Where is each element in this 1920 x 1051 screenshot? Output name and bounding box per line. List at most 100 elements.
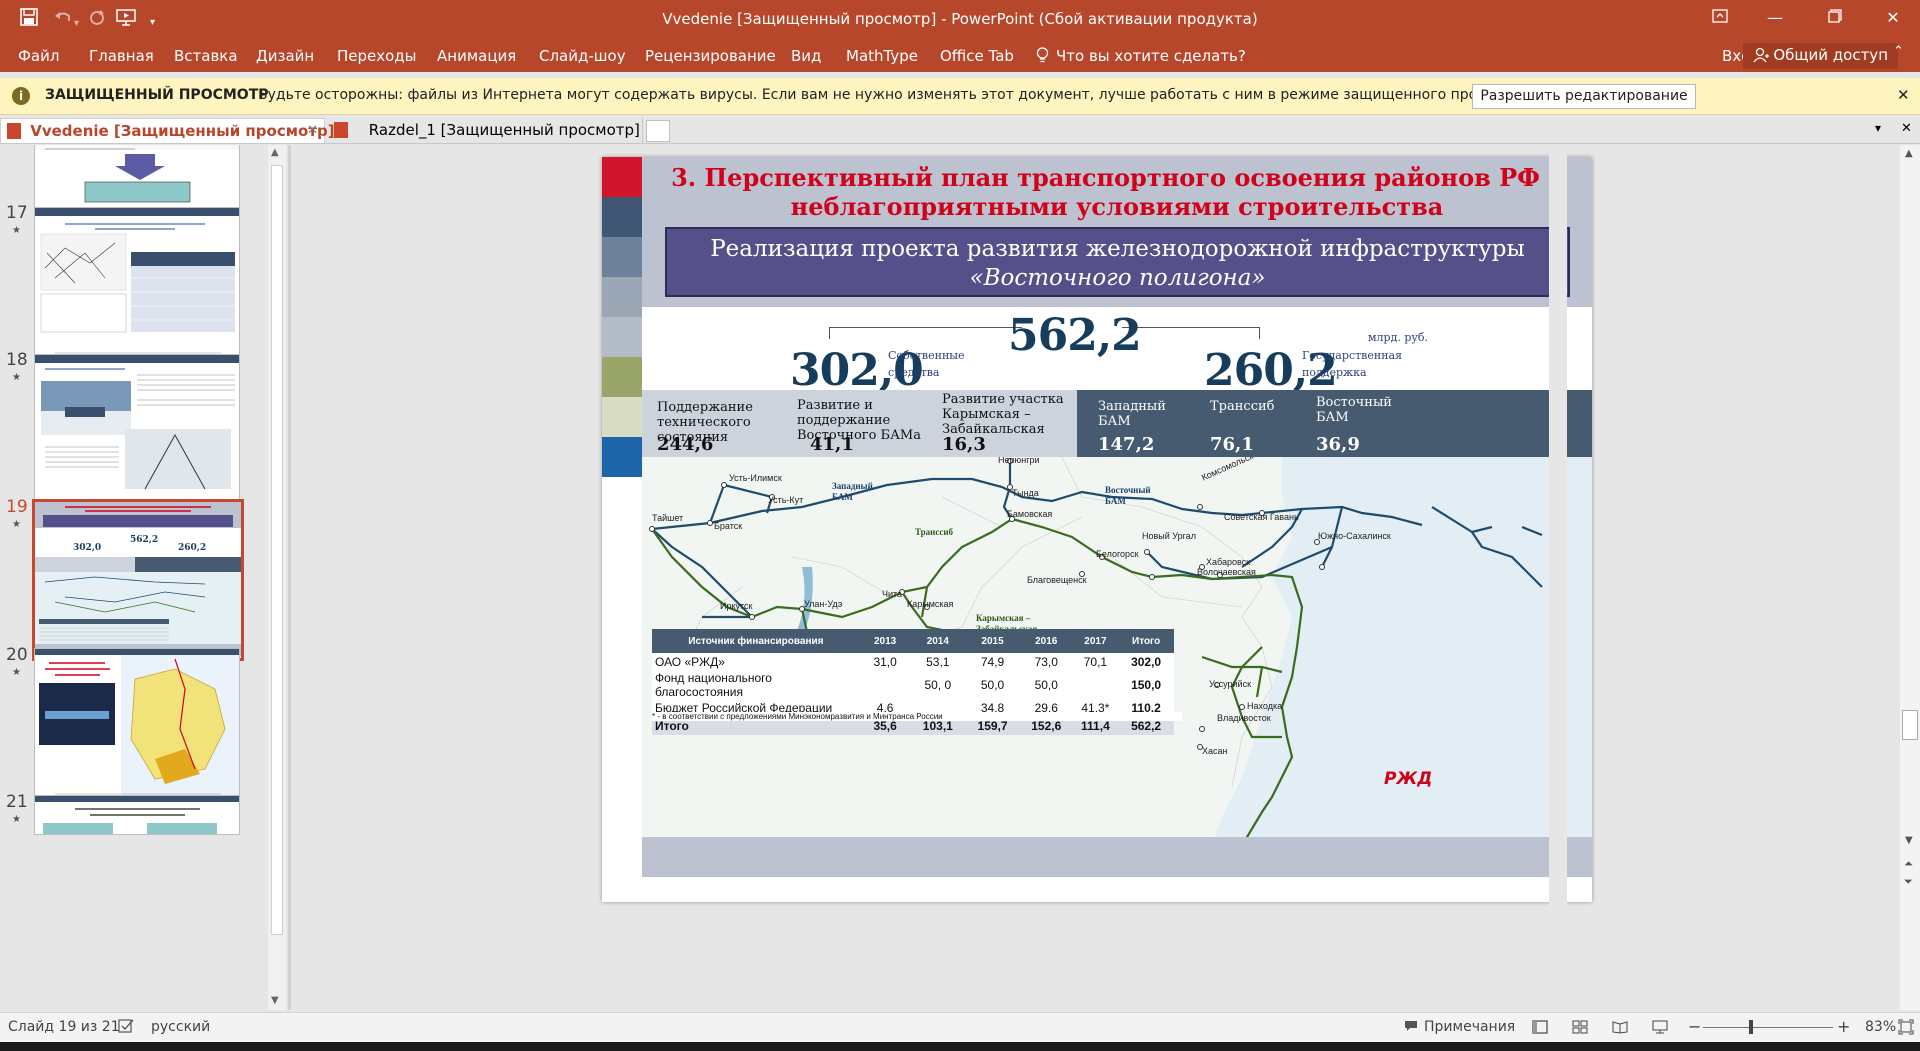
tab-review[interactable]: Рецензирование xyxy=(645,47,776,65)
tab-view[interactable]: Вид xyxy=(791,47,821,65)
slide-thumbnail-19[interactable]: 302,0 562,2 260,2 ржд xyxy=(32,499,244,661)
ribbon-display-options-icon[interactable] xyxy=(1705,8,1735,27)
info-icon: i xyxy=(12,87,30,105)
tab-file[interactable]: Файл xyxy=(18,47,59,65)
zoom-in-icon[interactable]: + xyxy=(1837,1017,1850,1036)
scroll-up-icon[interactable]: ▲ xyxy=(271,147,279,158)
tab-list-dropdown-icon[interactable]: ▾ xyxy=(1875,121,1881,135)
ribbon-tabs: Файл Главная Вставка Дизайн Переходы Ани… xyxy=(0,40,1920,72)
city-chita: Чита xyxy=(882,589,903,599)
vertical-scrollbar[interactable]: ▲ ▼ ⏶ ⏷ xyxy=(1900,145,1920,1010)
slide-21-preview xyxy=(35,796,239,834)
tab-design[interactable]: Дизайн xyxy=(256,47,314,65)
scroll-up-icon[interactable]: ▲ xyxy=(1905,148,1913,159)
table-cell-value: 302,0 xyxy=(1131,655,1162,669)
slide-title: 3. Перспективный план транспортного осво… xyxy=(671,163,1563,221)
tab-slideshow[interactable]: Слайд-шоу xyxy=(539,47,626,65)
city-bratsk: Братск xyxy=(714,521,743,531)
doc-tab-razdel[interactable]: Razdel_1 [Защищенный просмотр] xyxy=(328,118,643,143)
scroll-thumb[interactable] xyxy=(271,165,283,935)
powerpoint-window: ▾ ▾ Vvedenie [Защищенный просмотр] - Pow… xyxy=(0,0,1920,1051)
tab-animations[interactable]: Анимация xyxy=(437,47,516,65)
line-label-west-bam: Западный БАМ xyxy=(832,481,873,502)
city-irkutsk: Иркутск xyxy=(720,601,753,611)
city-ust-ilimsk: Усть-Илимск xyxy=(729,473,782,483)
canvas-scrollbar[interactable]: ▲ xyxy=(1549,145,1567,1010)
slide-19: 3. Перспективный план транспортного осво… xyxy=(602,157,1592,902)
tab-insert[interactable]: Вставка xyxy=(174,47,238,65)
close-icon[interactable]: ✕ xyxy=(1878,8,1908,27)
tab-home[interactable]: Главная xyxy=(89,47,154,65)
slide-animation-star-icon: ★ xyxy=(12,814,21,825)
state-item-3-label: Восточный БАМ xyxy=(1316,395,1392,425)
scroll-thumb[interactable] xyxy=(1902,710,1918,740)
table-cell-value: 73,0 xyxy=(1034,655,1058,669)
fit-slide-icon[interactable] xyxy=(1898,1019,1914,1039)
zoom-slider[interactable] xyxy=(1703,1027,1833,1028)
table-cell-value: 74,9 xyxy=(980,655,1005,669)
tab-office-tab[interactable]: Office Tab xyxy=(940,47,1014,65)
table-header-2015: 2015 xyxy=(981,635,1004,647)
color-strip xyxy=(602,157,642,477)
share-button[interactable]: Общий доступ xyxy=(1742,43,1898,69)
scroll-down-icon[interactable]: ▼ xyxy=(1905,835,1913,846)
collapse-ribbon-icon[interactable]: ⌃ xyxy=(1893,44,1904,59)
protected-view-title: ЗАЩИЩЕННЫЙ ПРОСМОТР xyxy=(45,87,269,103)
enable-editing-button[interactable]: Разрешить редактирование xyxy=(1472,84,1696,109)
normal-view-icon[interactable] xyxy=(1532,1020,1548,1038)
slide-19-preview: 302,0 562,2 260,2 ржд xyxy=(35,502,241,656)
zoom-slider-thumb[interactable] xyxy=(1749,1020,1753,1034)
title-bar: ▾ ▾ Vvedenie [Защищенный просмотр] - Pow… xyxy=(0,0,1920,40)
close-tab-icon[interactable]: ✕ xyxy=(307,119,318,143)
slide-thumbnail-21[interactable] xyxy=(34,795,240,835)
next-slide-icon[interactable]: ⏷ xyxy=(1904,875,1913,889)
slide-thumbnail-18[interactable] xyxy=(34,354,240,512)
doc-tab-label: Razdel_1 [Защищенный просмотр] xyxy=(368,121,640,139)
city-karymskaya: Карымская xyxy=(907,599,954,609)
slide-sorter-icon[interactable] xyxy=(1572,1020,1588,1038)
notes-icon[interactable] xyxy=(1404,1020,1418,1036)
maximize-icon[interactable] xyxy=(1820,8,1850,27)
tab-mathtype[interactable]: MathType xyxy=(846,47,918,65)
scroll-down-icon[interactable]: ▼ xyxy=(271,995,279,1006)
table-cell-value: 50,0 xyxy=(980,678,1005,692)
zoom-level[interactable]: 83% xyxy=(1865,1019,1896,1035)
table-cell-value: 50, 0 xyxy=(924,678,952,692)
minimize-icon[interactable]: — xyxy=(1760,8,1790,27)
slideshow-view-icon[interactable] xyxy=(1652,1020,1668,1038)
table-row: ОАО «РЖД» 31,0 53,1 74,9 73,0 70,1 302,0 xyxy=(652,653,1174,671)
svg-text:260,2: 260,2 xyxy=(178,543,206,553)
thumbnails-scrollbar[interactable]: ▲ ▼ xyxy=(268,145,286,1010)
table-header-2017: 2017 xyxy=(1084,635,1107,647)
pane-divider[interactable] xyxy=(288,145,291,1010)
bracket-right xyxy=(1122,327,1260,339)
previous-slide-icon[interactable]: ⏶ xyxy=(1904,857,1913,871)
table-header-2013: 2013 xyxy=(873,635,897,647)
state-item-2-value: 76,1 xyxy=(1210,434,1254,455)
spell-check-icon[interactable] xyxy=(118,1018,134,1038)
table-cell-value: 150,0 xyxy=(1131,678,1162,692)
new-tab-button[interactable] xyxy=(646,120,670,142)
table-cell-value: 50,0 xyxy=(1034,678,1058,692)
city-taishet: Тайшет xyxy=(652,513,684,523)
slide-number-21: 21 xyxy=(6,792,28,812)
reading-view-icon[interactable] xyxy=(1612,1020,1628,1038)
close-infobar-icon[interactable]: ✕ xyxy=(1897,86,1910,104)
notes-button[interactable]: Примечания xyxy=(1424,1019,1515,1035)
slide-thumbnail-17[interactable] xyxy=(34,207,240,365)
slide-thumbnail-20[interactable] xyxy=(34,648,240,806)
slide-number-20: 20 xyxy=(6,645,28,665)
city-tynda: Тында xyxy=(1012,488,1039,498)
table-cell-value xyxy=(860,671,911,699)
zoom-out-icon[interactable]: − xyxy=(1688,1017,1701,1036)
close-all-tabs-icon[interactable]: ✕ xyxy=(1901,121,1912,136)
language-indicator[interactable]: русский xyxy=(151,1019,210,1035)
city-ust-kut: Усть-Кут xyxy=(768,495,804,505)
tell-me-search[interactable]: Что вы хотите сделать? xyxy=(1056,47,1246,65)
doc-tab-vvedenie[interactable]: Vvedenie [Защищенный просмотр] ✕ xyxy=(0,118,335,143)
city-khabarovsk: Хабаровск xyxy=(1206,557,1251,567)
tab-transitions[interactable]: Переходы xyxy=(337,47,417,65)
person-icon xyxy=(1753,47,1769,67)
own-item-2-value: 41,1 xyxy=(810,434,854,455)
city-yuzhno-sakhalinsk: Южно-Сахалинск xyxy=(1318,531,1391,541)
